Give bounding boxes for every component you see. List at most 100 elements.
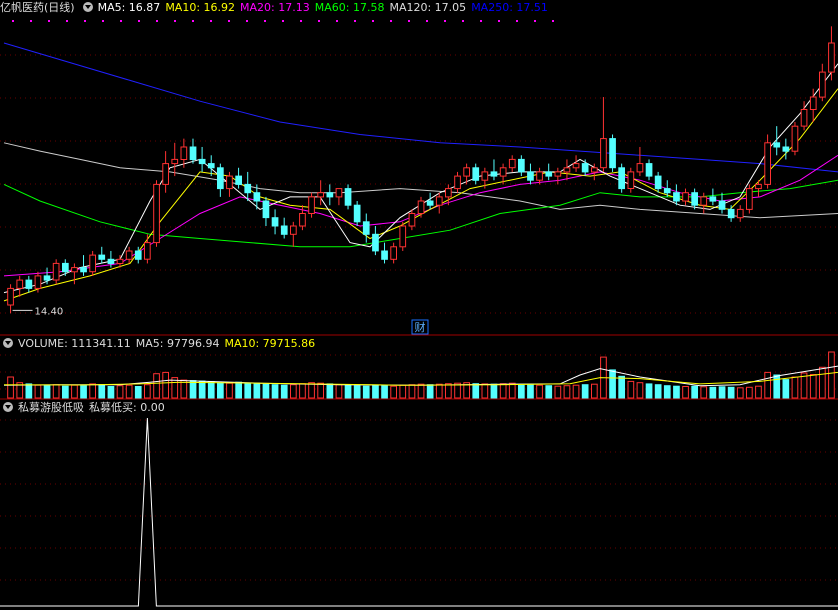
volume-bar [34,384,42,399]
volume-bar [481,383,489,399]
candle [581,163,589,173]
volume-bar [709,386,717,399]
volume-bar [445,383,452,399]
volume-bar [782,379,790,399]
volume-bar [691,385,698,399]
header-dot-marker [354,20,356,22]
candle [271,217,279,227]
candle [819,71,826,98]
volume-bar [162,371,170,399]
candle [727,208,735,219]
volume-ma10-line [3,371,838,386]
candle [773,142,781,148]
volume-bar [773,374,781,399]
header-dot-marker [264,20,266,22]
volume-bar [536,384,543,399]
volume-bar [308,382,315,399]
volume-bar [700,386,708,399]
header-dot-marker [336,20,338,22]
volume-bar [198,380,206,399]
candle [545,171,553,177]
candle [381,250,388,260]
volume-bar [718,386,726,399]
volume-bar [828,351,835,399]
volume-bar [62,385,69,399]
volume-bar [545,385,553,399]
candle [426,200,434,206]
candle [572,163,580,169]
candle [98,254,106,260]
volume-bar [435,383,443,399]
volume-bar [618,375,625,399]
volume-bar [527,384,534,399]
candle [435,196,443,206]
volume-bar [499,383,507,399]
volume-bar [390,385,397,399]
candle [700,196,708,206]
ma250-line [3,42,838,173]
candlestick-chart[interactable]: 14.40 财 [0,0,838,610]
volume-bar [335,384,343,399]
volume-bar [654,384,662,399]
candle [472,167,480,181]
volume-bar [271,384,279,399]
candle [828,42,835,73]
volume-bar [80,385,87,399]
header-dot-marker [30,20,32,22]
candle [399,225,407,248]
volume-bar [253,382,261,399]
candle [326,192,334,198]
candle [600,138,607,169]
candle [645,163,653,177]
header-dot-marker [372,20,374,22]
volume-bar [134,386,142,399]
header-dot-marker [462,20,464,22]
volume-bar [791,376,799,399]
candle [709,196,717,202]
candle [791,125,799,152]
candle [317,192,324,198]
cai-marker: 财 [415,320,426,334]
candle [636,163,644,173]
candle [290,225,297,235]
volume-bar [226,382,233,399]
candle [171,158,179,165]
candle [52,262,60,281]
candle [198,158,206,165]
header-dot-marker [66,20,68,22]
candle [16,279,24,289]
volume-bar [746,386,753,399]
candle [691,192,698,206]
candle [125,250,133,260]
candle [736,208,744,219]
header-dot-marker [480,20,482,22]
volume-bar [764,371,771,399]
candle [344,188,352,206]
volume-bar [235,381,243,399]
volume-bar [116,385,124,399]
volume-ma5-line [3,365,838,387]
volume-bar [290,384,297,399]
volume-bar [591,383,598,399]
volume-bar [472,383,480,399]
header-dot-marker [228,20,230,22]
volume-bar [71,384,78,399]
candle [353,204,361,223]
candle [591,167,598,173]
header-dot-marker [516,20,518,22]
candle [499,167,507,177]
candle [800,109,808,127]
candle [107,258,115,264]
header-dot-marker [12,20,14,22]
candle [253,192,261,202]
candle [463,167,470,177]
candle [362,221,370,235]
header-dot-marker [174,20,176,22]
volume-bar [682,386,689,399]
volume-bar [426,384,434,399]
candle [71,267,78,273]
header-dot-marker [192,20,194,22]
candle [481,171,489,181]
volume-bar [736,387,744,399]
candle [7,287,14,306]
